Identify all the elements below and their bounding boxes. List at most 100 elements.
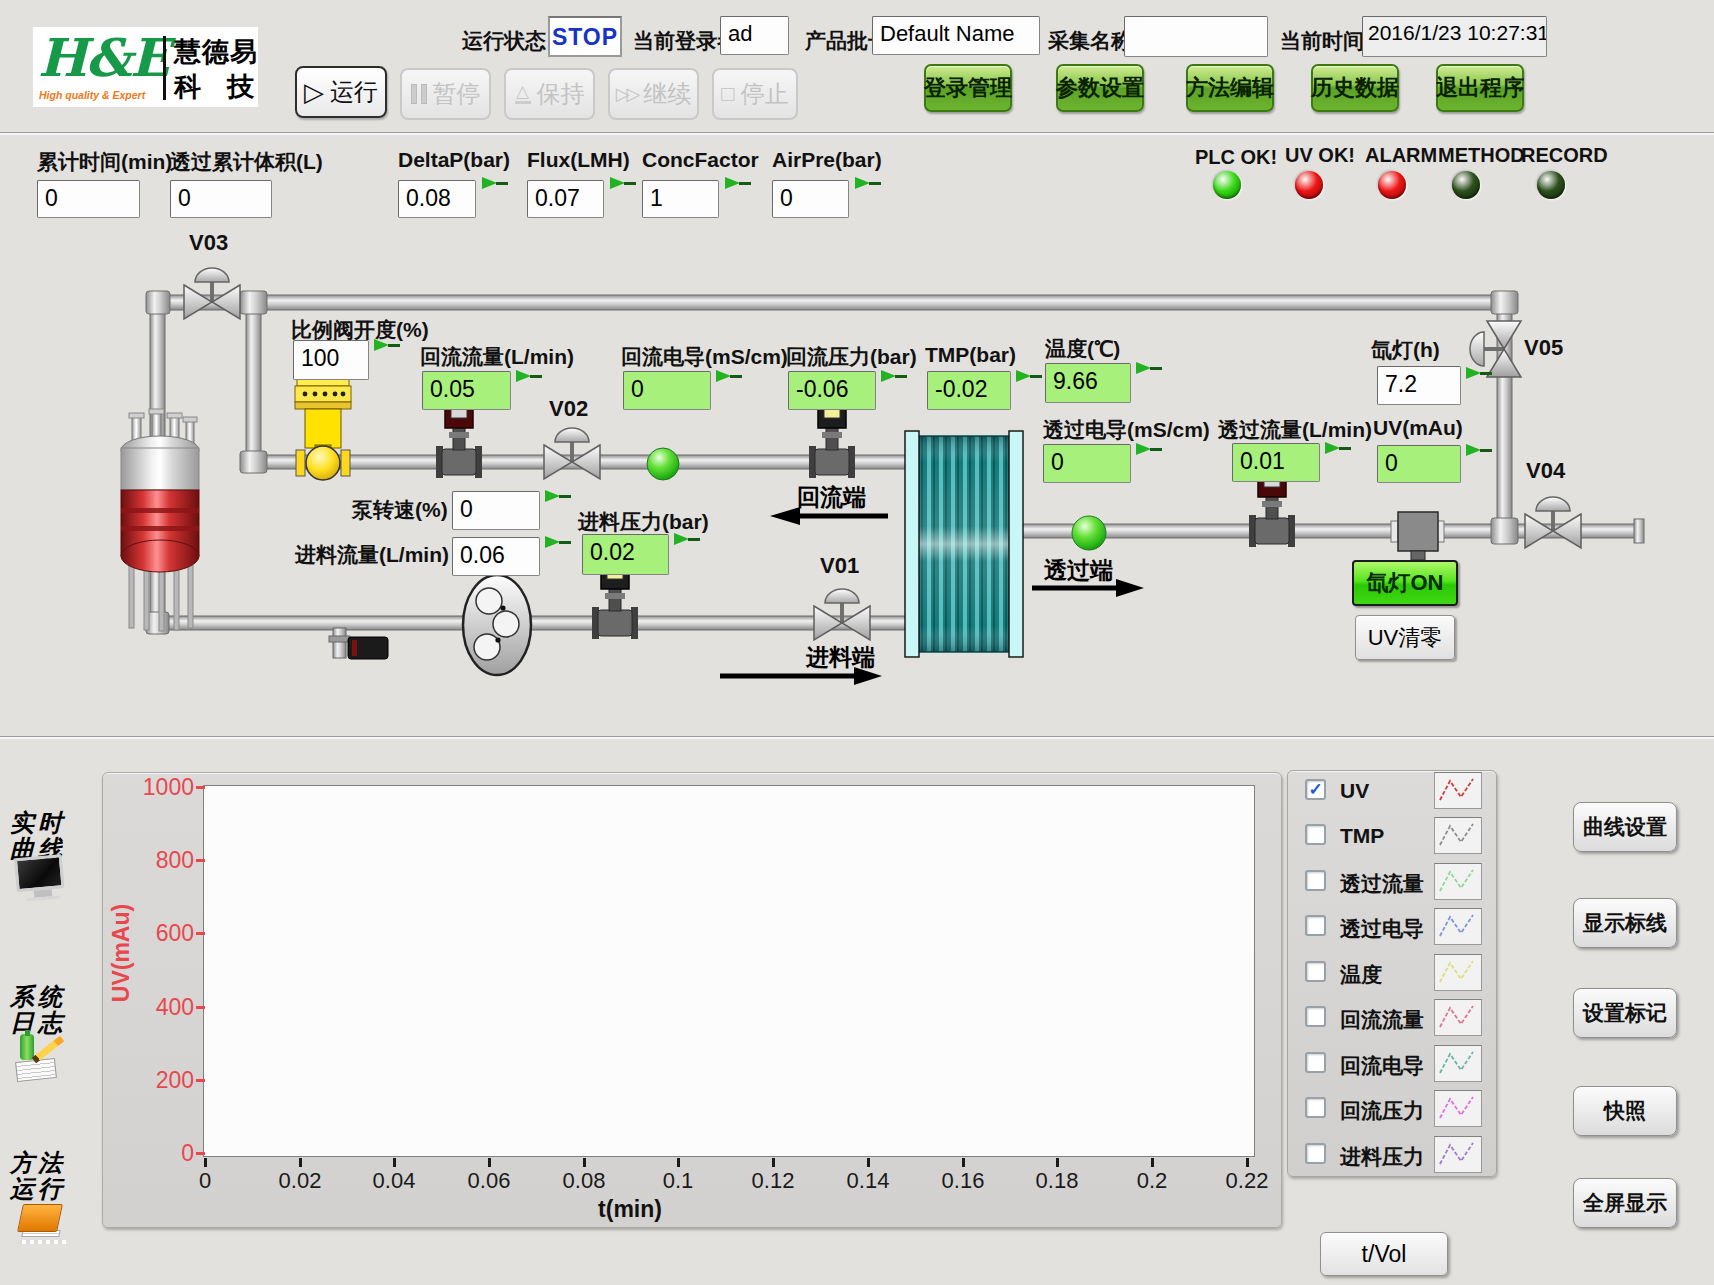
pump-speed-field[interactable]: 0 bbox=[452, 491, 540, 530]
tmp-label: TMP(bar) bbox=[925, 343, 1016, 367]
acq-label: 采集名称 bbox=[1048, 27, 1132, 55]
proportional-valve bbox=[295, 376, 351, 480]
fullscreen-button[interactable]: 全屏显示 bbox=[1573, 1178, 1677, 1228]
login-manage-button[interactable]: 登录管理 bbox=[924, 64, 1012, 112]
log-icon[interactable] bbox=[14, 1030, 70, 1084]
legend-checkbox-perm-cond[interactable] bbox=[1305, 915, 1326, 936]
legend-checkbox-reflux-flow[interactable] bbox=[1305, 1006, 1326, 1027]
perm-flow-label: 透过流量(L/min) bbox=[1218, 416, 1372, 444]
legend-swatch-uv bbox=[1434, 772, 1482, 809]
valve-v04 bbox=[1525, 497, 1581, 548]
prop-valve-flag-icon bbox=[374, 338, 401, 352]
snapshot-button[interactable]: 快照 bbox=[1573, 1086, 1677, 1136]
legend-checkbox-perm-flow[interactable] bbox=[1305, 870, 1326, 891]
reflux-flow-sensor bbox=[436, 400, 482, 478]
xenon-hours-field: 7.2 bbox=[1377, 366, 1461, 405]
tvol-button[interactable]: t/Vol bbox=[1320, 1232, 1448, 1276]
legend-checkbox-feed-press[interactable] bbox=[1305, 1143, 1326, 1164]
curve-settings-button[interactable]: 曲线设置 bbox=[1573, 802, 1677, 852]
uv-cell bbox=[1391, 512, 1444, 560]
flux-label: Flux(LMH) bbox=[527, 148, 630, 172]
legend-checkbox-uv[interactable]: ✓ bbox=[1305, 779, 1326, 800]
logo-brand: H&E bbox=[38, 27, 168, 88]
set-marker-button[interactable]: 设置标记 bbox=[1573, 988, 1677, 1038]
pump bbox=[463, 575, 531, 675]
logo-divider bbox=[163, 36, 166, 100]
plc-ok-led bbox=[1213, 171, 1241, 199]
legend-checkbox-tmp[interactable] bbox=[1305, 824, 1326, 845]
xenon-on-button[interactable]: 氙灯ON bbox=[1352, 560, 1458, 606]
airpre-field: 0 bbox=[772, 180, 849, 218]
time-label: 当前时间 bbox=[1280, 27, 1364, 55]
time-field: 2016/1/23 10:27:31 bbox=[1362, 16, 1547, 57]
run-status-label: 运行状态 bbox=[462, 27, 546, 55]
stop-button[interactable]: □停止 bbox=[712, 68, 798, 120]
flux-flag-icon bbox=[610, 176, 637, 190]
valve-v04-label: V04 bbox=[1526, 458, 1565, 484]
run-button[interactable]: ▷运行 bbox=[295, 66, 387, 118]
exit-button[interactable]: 退出程序 bbox=[1436, 64, 1524, 112]
feed-flow-field[interactable]: 0.06 bbox=[452, 537, 540, 576]
pump-speed-label: 泵转速(%) bbox=[352, 496, 448, 524]
feed-flow-flag-icon bbox=[545, 535, 572, 549]
alarm-label: ALARM bbox=[1365, 144, 1437, 167]
flux-field: 0.07 bbox=[527, 180, 604, 218]
deltap-label: DeltaP(bar) bbox=[398, 148, 510, 172]
hold-button[interactable]: △保持 bbox=[504, 68, 595, 120]
valve-v01 bbox=[814, 589, 870, 640]
x-axis-label: t(min) bbox=[540, 1196, 720, 1223]
valve-v05-label: V05 bbox=[1524, 335, 1563, 361]
param-settings-button[interactable]: 参数设置 bbox=[1056, 64, 1144, 112]
reflux-press-label: 回流压力(bar) bbox=[786, 343, 917, 371]
total-time-label: 累计时间(min) bbox=[37, 148, 172, 176]
legend-swatch-reflux-flow bbox=[1434, 999, 1482, 1036]
perm-flow-field: 0.01 bbox=[1232, 443, 1320, 482]
valve-v03 bbox=[184, 268, 240, 319]
monitor-icon[interactable] bbox=[14, 854, 70, 910]
reflux-flow-label: 回流流量(L/min) bbox=[420, 343, 574, 371]
airpre-flag-icon bbox=[855, 176, 882, 190]
perm-port-label: 透过端 bbox=[1044, 555, 1113, 586]
xenon-hours-label: 氙灯(h) bbox=[1371, 336, 1440, 364]
sidebar-item-system-log[interactable]: 系统日志 bbox=[10, 984, 80, 1036]
continue-icon: ▷▷ bbox=[616, 83, 638, 105]
pause-button[interactable]: 暂停 bbox=[400, 68, 491, 120]
run-status-value: STOP bbox=[548, 16, 622, 57]
uv-readout-label: UV(mAu) bbox=[1373, 416, 1463, 440]
drain-valve bbox=[329, 628, 388, 659]
legend-checkbox-reflux-press[interactable] bbox=[1305, 1097, 1326, 1118]
feed-press-flag-icon bbox=[674, 532, 701, 546]
uv-ok-label: UV OK! bbox=[1285, 144, 1355, 167]
batch-field[interactable]: Default Name bbox=[872, 16, 1040, 55]
total-volume-field: 0 bbox=[170, 180, 272, 218]
method-edit-button[interactable]: 方法编辑 bbox=[1186, 64, 1274, 112]
legend-swatch-feed-press bbox=[1434, 1136, 1482, 1173]
prop-valve-field[interactable]: 100 bbox=[293, 340, 369, 380]
user-field[interactable]: ad bbox=[720, 16, 789, 55]
concfactor-label: ConcFactor bbox=[642, 148, 759, 172]
sidebar-item-method-run[interactable]: 方法运行 bbox=[10, 1150, 80, 1202]
reflux-cond-field: 0 bbox=[623, 371, 711, 410]
sidebar-item-realtime-curve[interactable]: 实时曲线 bbox=[10, 810, 80, 862]
book-icon[interactable] bbox=[18, 1200, 68, 1250]
plc-ok-label: PLC OK! bbox=[1195, 146, 1277, 169]
total-volume-label: 透过累计体积(L) bbox=[170, 148, 323, 176]
uv-zero-button[interactable]: UV清零 bbox=[1355, 615, 1455, 660]
legend-checkbox-temp[interactable] bbox=[1305, 961, 1326, 982]
logo-name-2: 科技 bbox=[174, 69, 280, 105]
legend-checkbox-reflux-cond[interactable] bbox=[1305, 1052, 1326, 1073]
reflux-cond-flag-icon bbox=[716, 369, 743, 383]
deltap-flag-icon bbox=[482, 176, 509, 190]
acq-field[interactable] bbox=[1124, 16, 1268, 57]
reflux-press-field: -0.06 bbox=[788, 371, 876, 410]
hold-icon: △ bbox=[515, 85, 531, 104]
continue-button[interactable]: ▷▷继续 bbox=[608, 68, 699, 120]
show-marker-line-button[interactable]: 显示标线 bbox=[1573, 898, 1677, 948]
history-data-button[interactable]: 历史数据 bbox=[1311, 64, 1399, 112]
feed-tank bbox=[121, 409, 199, 631]
pump-speed-flag-icon bbox=[545, 489, 572, 503]
plot-area[interactable] bbox=[203, 785, 1255, 1157]
temp-label: 温度(℃) bbox=[1045, 335, 1120, 363]
perm-flow-flag-icon bbox=[1325, 441, 1352, 455]
section-divider bbox=[0, 736, 1714, 739]
